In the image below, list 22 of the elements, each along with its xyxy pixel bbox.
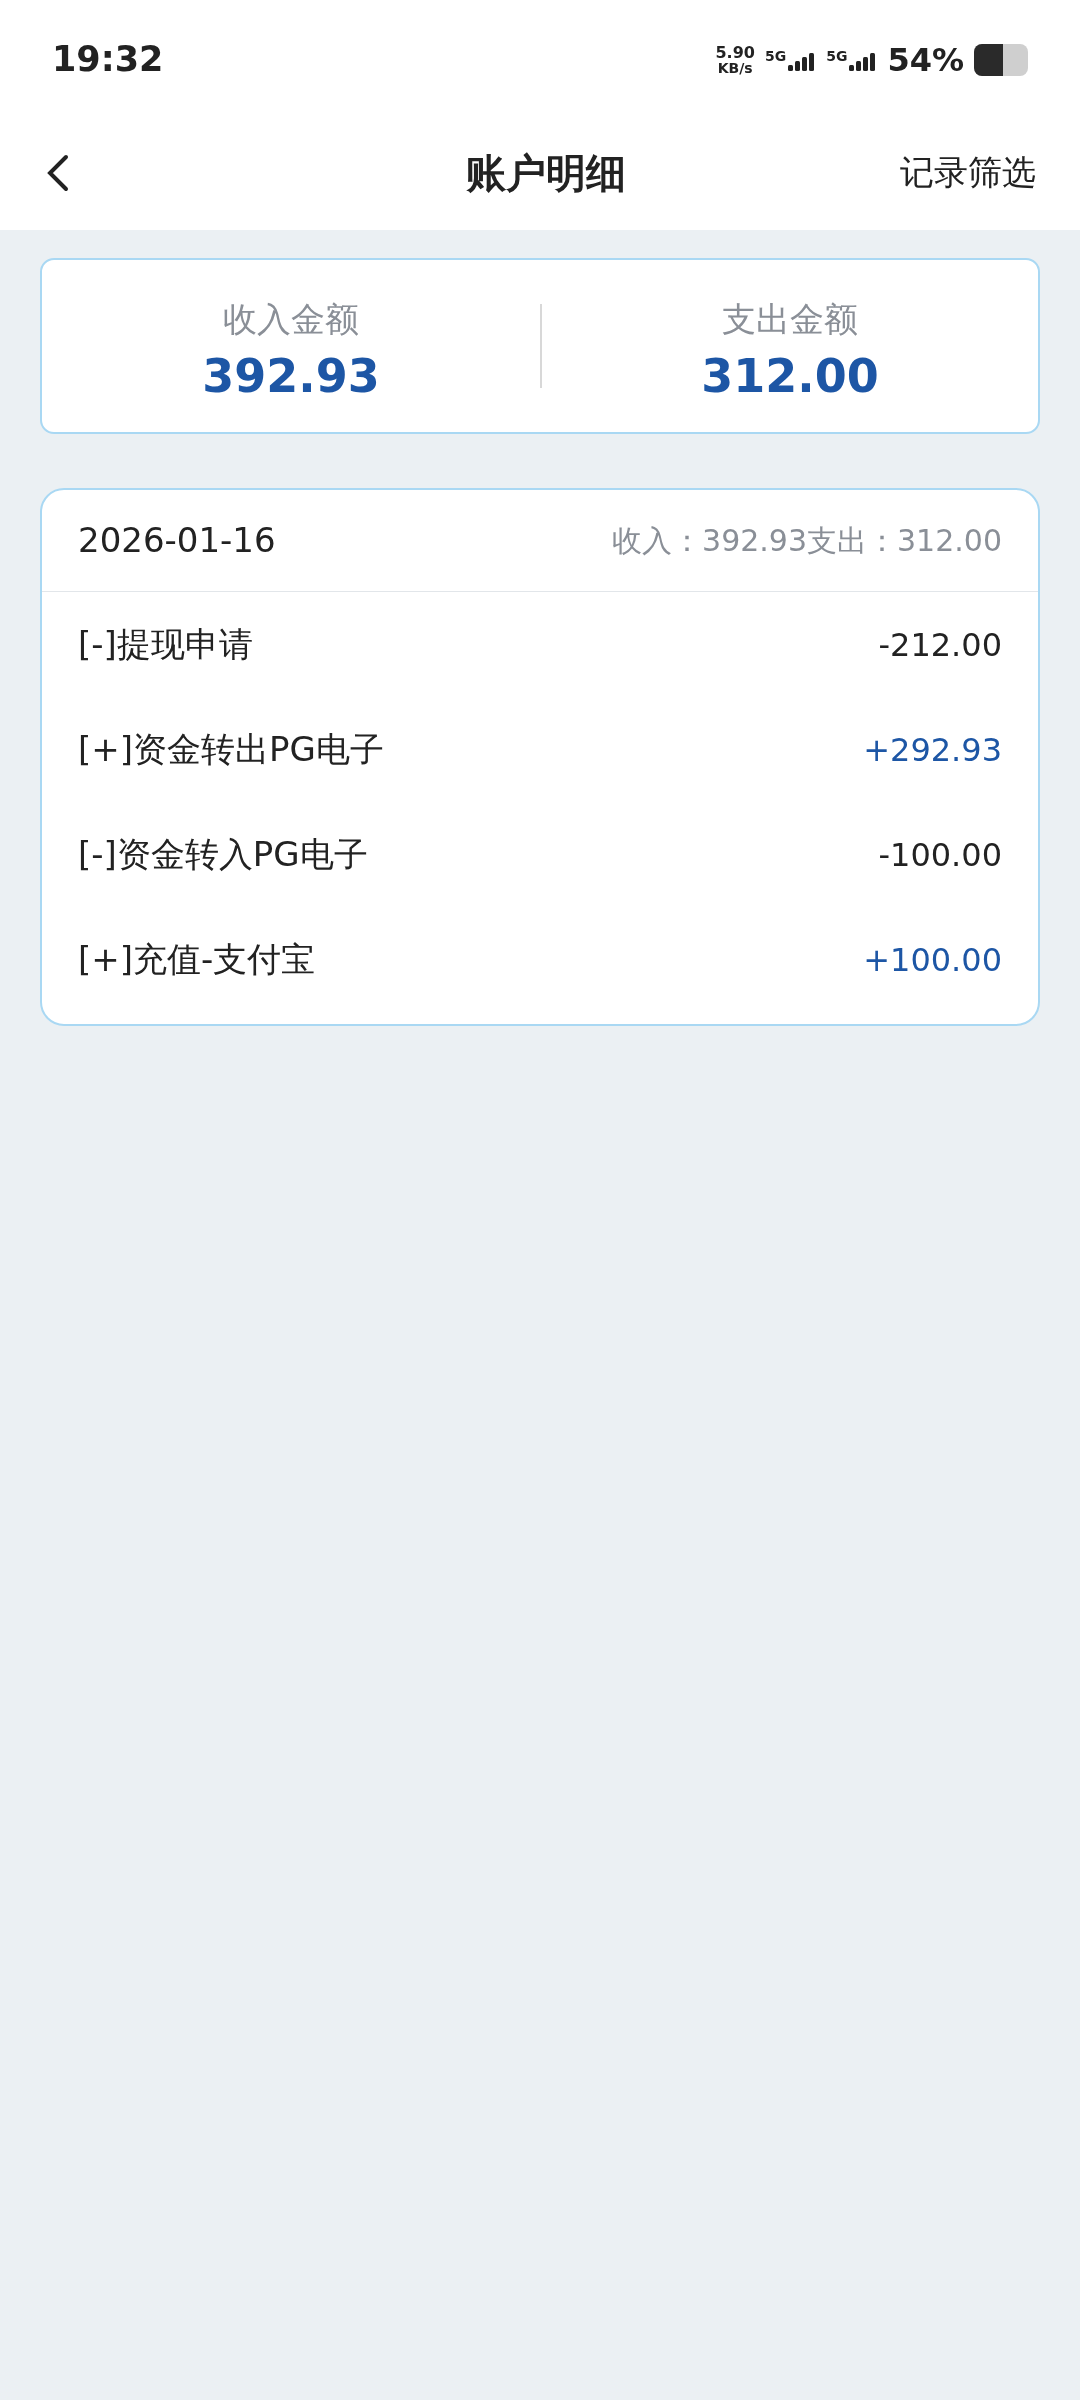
status-time: 19:32 bbox=[52, 38, 164, 82]
network-speed-unit: KB/s bbox=[717, 60, 753, 75]
page-title: 账户明细 bbox=[466, 148, 626, 198]
record-amount: -212.00 bbox=[878, 624, 1002, 666]
record-amount: +292.93 bbox=[863, 729, 1002, 771]
summary-label: 支出金额 bbox=[722, 297, 858, 341]
network-speed: 5.90 bbox=[715, 44, 755, 61]
network-type: 5G bbox=[826, 48, 848, 63]
record-date: 2026-01-16 bbox=[78, 519, 276, 562]
record-title: [-]资金转入PG电子 bbox=[78, 833, 368, 876]
record-title: [+]充值-支付宝 bbox=[78, 938, 316, 981]
day-totals: 收入：392.93支出：312.00 bbox=[612, 522, 1002, 560]
summary-label: 收入金额 bbox=[223, 297, 359, 341]
record-title: [+]资金转出PG电子 bbox=[78, 728, 384, 771]
record-amount: +100.00 bbox=[863, 939, 1002, 981]
record-amount: -100.00 bbox=[878, 834, 1002, 876]
summary-amount: 392.93 bbox=[202, 352, 380, 399]
record-title: [-]提现申请 bbox=[78, 623, 253, 666]
network-type: 5G bbox=[764, 48, 787, 63]
battery-percent: 54% bbox=[887, 39, 964, 81]
summary-amount: 312.00 bbox=[701, 352, 879, 399]
filter-button[interactable]: 记录筛选 bbox=[900, 147, 1036, 198]
